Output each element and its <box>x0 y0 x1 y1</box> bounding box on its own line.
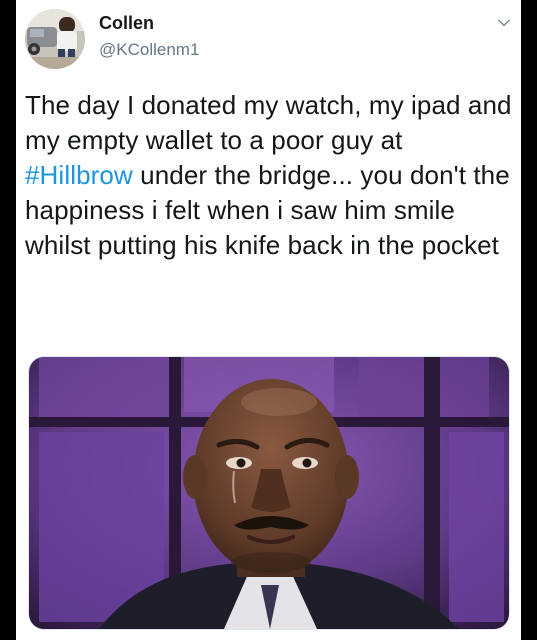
tweet-media-photo[interactable] <box>28 356 510 630</box>
hashtag-link[interactable]: #Hillbrow <box>25 160 133 190</box>
user-avatar[interactable] <box>25 9 85 69</box>
tweet-card: Collen @KCollenm1 The day I donated my w… <box>16 0 521 640</box>
tweet-text: The day I donated my watch, my ipad and … <box>25 88 515 263</box>
chevron-down-icon[interactable] <box>497 16 511 30</box>
author-handle[interactable]: @KCollenm1 <box>99 40 199 60</box>
tweet-text-before: The day I donated my watch, my ipad and … <box>25 90 512 155</box>
author-display-name[interactable]: Collen <box>99 13 154 34</box>
photo-crying-man <box>29 357 509 629</box>
avatar-image <box>25 9 85 69</box>
